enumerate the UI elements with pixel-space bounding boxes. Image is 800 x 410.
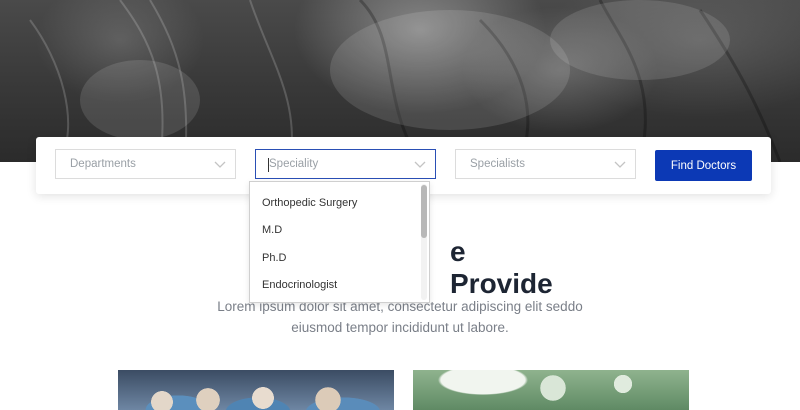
- dropdown-scrollbar-thumb[interactable]: [421, 185, 427, 238]
- specialists-select[interactable]: Specialists: [455, 149, 636, 179]
- service-image-operating-room[interactable]: [413, 370, 689, 410]
- chevron-down-icon: [214, 161, 226, 168]
- find-doctors-button[interactable]: Find Doctors: [655, 150, 752, 181]
- speciality-select-placeholder: Speciality: [269, 158, 319, 170]
- text-cursor: [268, 158, 269, 172]
- dropdown-option-endocrinologist[interactable]: Endocrinologist: [262, 279, 337, 291]
- speciality-dropdown-list[interactable]: Orthopedic Surgery M.D Ph.D Endocrinolog…: [249, 181, 430, 303]
- speciality-select[interactable]: Speciality: [255, 149, 436, 179]
- chevron-down-icon: [414, 161, 426, 168]
- section-title-text: e Provide: [450, 236, 553, 299]
- departments-select-placeholder: Departments: [70, 158, 136, 170]
- service-image-surgical-team[interactable]: [118, 370, 394, 410]
- dropdown-option-md[interactable]: M.D: [262, 224, 282, 236]
- dropdown-option-phd[interactable]: Ph.D: [262, 252, 286, 264]
- departments-select[interactable]: Departments: [55, 149, 236, 179]
- description-line-2: eiusmod tempor incididunt ut labore.: [291, 320, 509, 335]
- chevron-down-icon: [614, 161, 626, 168]
- dropdown-option-orthopedic-surgery[interactable]: Orthopedic Surgery: [262, 197, 357, 209]
- specialists-select-placeholder: Specialists: [470, 158, 525, 170]
